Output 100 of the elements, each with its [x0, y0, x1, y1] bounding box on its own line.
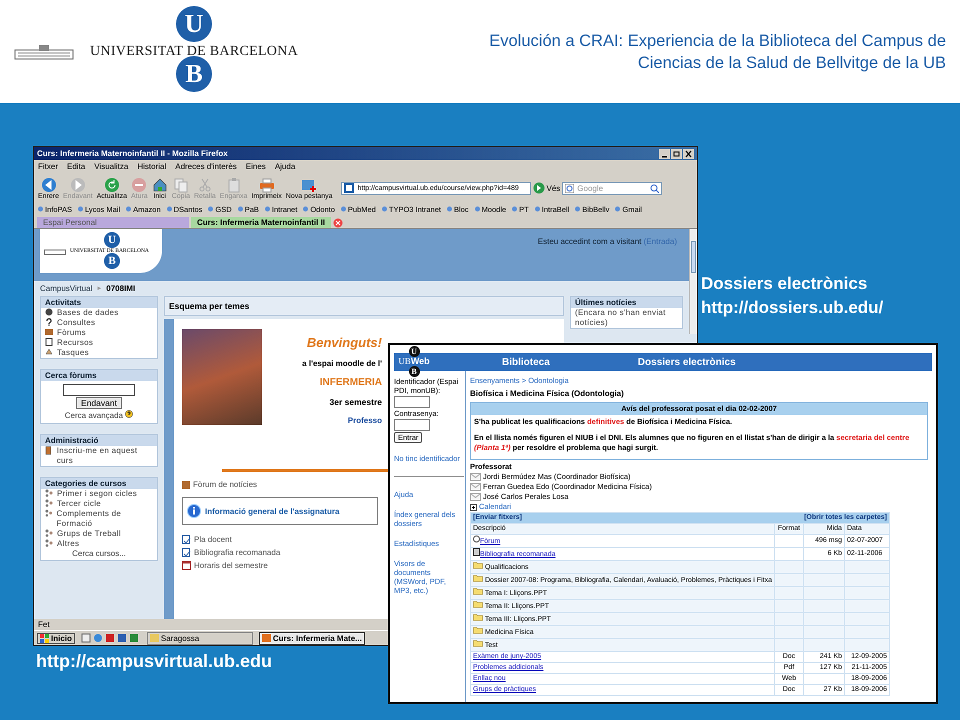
- restore-icon[interactable]: [671, 148, 682, 158]
- bookmark-icon: [511, 206, 518, 213]
- username-field[interactable]: [394, 396, 430, 408]
- resource-link[interactable]: Pla docent: [194, 535, 232, 544]
- logo-letter: U: [408, 346, 420, 356]
- start-button[interactable]: Inicio: [37, 632, 75, 644]
- bookmark-icon: [446, 206, 453, 213]
- bookmark-icon: [125, 206, 132, 213]
- status-text: Fet: [38, 620, 50, 629]
- intro-text: a l'espai moodle de l': [302, 359, 382, 368]
- menu-item[interactable]: Eines: [246, 162, 266, 170]
- slide-title: Evolución a CRAI: Experiencia de la Biblioteca del Campus de: [489, 30, 946, 52]
- menu-item[interactable]: Edita: [67, 162, 86, 170]
- section-title: Esquema per temes: [164, 296, 564, 316]
- logo-letter: U: [104, 232, 120, 248]
- logo-letter: U: [176, 6, 212, 42]
- search-icon[interactable]: [650, 184, 660, 192]
- menu-item[interactable]: Ajuda: [274, 162, 296, 170]
- bookmark-icon: [614, 206, 622, 213]
- caption-text: Dossiers electrònics: [701, 273, 868, 295]
- resource-link[interactable]: Horaris del semestre: [194, 561, 268, 570]
- bookmark-icon: [207, 206, 214, 213]
- close-tab-icon[interactable]: [333, 218, 344, 228]
- password-field[interactable]: [394, 419, 430, 431]
- info-icon: [187, 504, 201, 518]
- category-link[interactable]: Primer i segon cicles: [57, 489, 138, 499]
- news-text: (Encara no s'han enviat notícies): [574, 308, 667, 328]
- expand-icon[interactable]: [470, 504, 477, 510]
- category-link[interactable]: Complements de Formació: [56, 509, 153, 529]
- database-icon: [45, 308, 53, 316]
- block-title: Activitats: [41, 297, 157, 308]
- advanced-search-link[interactable]: Cerca avançada: [64, 411, 124, 420]
- bookmark-icon: [340, 206, 347, 213]
- taskbar-item[interactable]: Curs: Infermeria Mate...: [258, 632, 365, 644]
- caption-text: http://campusvirtual.ub.edu: [36, 651, 272, 672]
- bookmark-icon: [166, 206, 173, 213]
- category-link[interactable]: Altres: [57, 539, 80, 549]
- minimize-icon[interactable]: [659, 148, 670, 158]
- search-button[interactable]: Endavant: [76, 397, 122, 409]
- windows-flag-icon: [40, 634, 49, 642]
- course-title: INFERMERIA: [320, 377, 382, 388]
- activity-link[interactable]: Tasques: [57, 348, 89, 358]
- bookmark-icon: [264, 206, 271, 213]
- category-link[interactable]: Tercer cicle: [57, 499, 102, 509]
- activity-link[interactable]: Fòrums: [57, 328, 86, 338]
- site-icon: [344, 183, 354, 193]
- welcome-logo: Benvinguts!: [306, 334, 382, 350]
- search-input[interactable]: [63, 384, 135, 396]
- breadcrumb-link[interactable]: CampusVirtual: [40, 284, 92, 293]
- copy-icon: [172, 176, 189, 192]
- scissors-icon: [196, 176, 213, 192]
- ubweb-logo: UBWeb: [398, 356, 430, 366]
- activity-link[interactable]: Recursos: [57, 338, 94, 348]
- home-icon: [152, 176, 168, 192]
- resource-link[interactable]: Bibliografia recomanada: [194, 548, 280, 557]
- bookmark-icon: [37, 206, 44, 213]
- bookmark-icon: [574, 206, 582, 213]
- document-icon: [182, 548, 191, 557]
- menu-item[interactable]: Adreces d'interès: [175, 162, 237, 170]
- menu-item[interactable]: Visualitza: [94, 162, 128, 170]
- close-icon[interactable]: [683, 148, 694, 158]
- document-icon: [45, 338, 53, 346]
- page-title: Biofísica i Medicina Física (Odontologia): [470, 389, 624, 399]
- visitor-text: Esteu accedint com a visitant: [538, 237, 642, 246]
- block-title: Cerca fòrums: [41, 370, 157, 381]
- slide-title: Ciencias de la Salud de Bellvitge de la UB: [636, 52, 946, 74]
- browser-tab[interactable]: Curs: Infermeria Maternoinfantil II: [191, 217, 332, 228]
- bookmark-icon: [76, 206, 84, 213]
- clipboard-icon: [226, 176, 242, 192]
- menu-item[interactable]: Fitxer: [38, 162, 58, 170]
- door-icon: [45, 446, 53, 455]
- caption-text: http://dossiers.ub.edu/: [701, 297, 884, 319]
- calendar-icon: [182, 561, 191, 570]
- scrollbar[interactable]: [689, 229, 697, 334]
- activity-link[interactable]: Consultes: [57, 318, 96, 328]
- window-title: Curs: Infermeria Maternoinfantil II - Mozilla Firefox: [37, 149, 228, 158]
- help-icon[interactable]: [125, 410, 134, 418]
- block-title: Categories de cursos: [41, 478, 157, 489]
- search-courses-link[interactable]: Cerca cursos...: [41, 549, 157, 560]
- bookmark-icon: [380, 206, 388, 213]
- printer-icon: [258, 176, 275, 192]
- question-mark-icon: [45, 318, 53, 326]
- info-link-box[interactable]: Informació general de l'assignatura: [182, 497, 378, 525]
- enrol-link[interactable]: Inscriu-me en aquest curs: [56, 446, 153, 466]
- semester-text: 3er semestre: [330, 397, 382, 407]
- quick-launch-icons[interactable]: [80, 633, 141, 643]
- bookmark-icon: [534, 206, 541, 213]
- activity-link[interactable]: Bases de dades: [57, 308, 119, 318]
- taskbar-item[interactable]: Saragossa: [146, 632, 253, 644]
- category-link[interactable]: Grups de Treball: [57, 529, 121, 539]
- document-icon: [182, 535, 191, 544]
- stop-icon: [131, 176, 148, 192]
- forum-link[interactable]: Fòrum de notícies: [193, 480, 258, 489]
- header-title: Dossiers electrònics: [638, 356, 736, 368]
- browser-tab[interactable]: Espai Personal: [37, 217, 189, 228]
- menu-item[interactable]: Historial: [137, 162, 166, 170]
- bookmark-icon: [474, 206, 481, 213]
- search-engine-icon: [565, 184, 574, 192]
- logo-letter: B: [176, 56, 212, 92]
- go-button[interactable]: Vés: [533, 182, 560, 194]
